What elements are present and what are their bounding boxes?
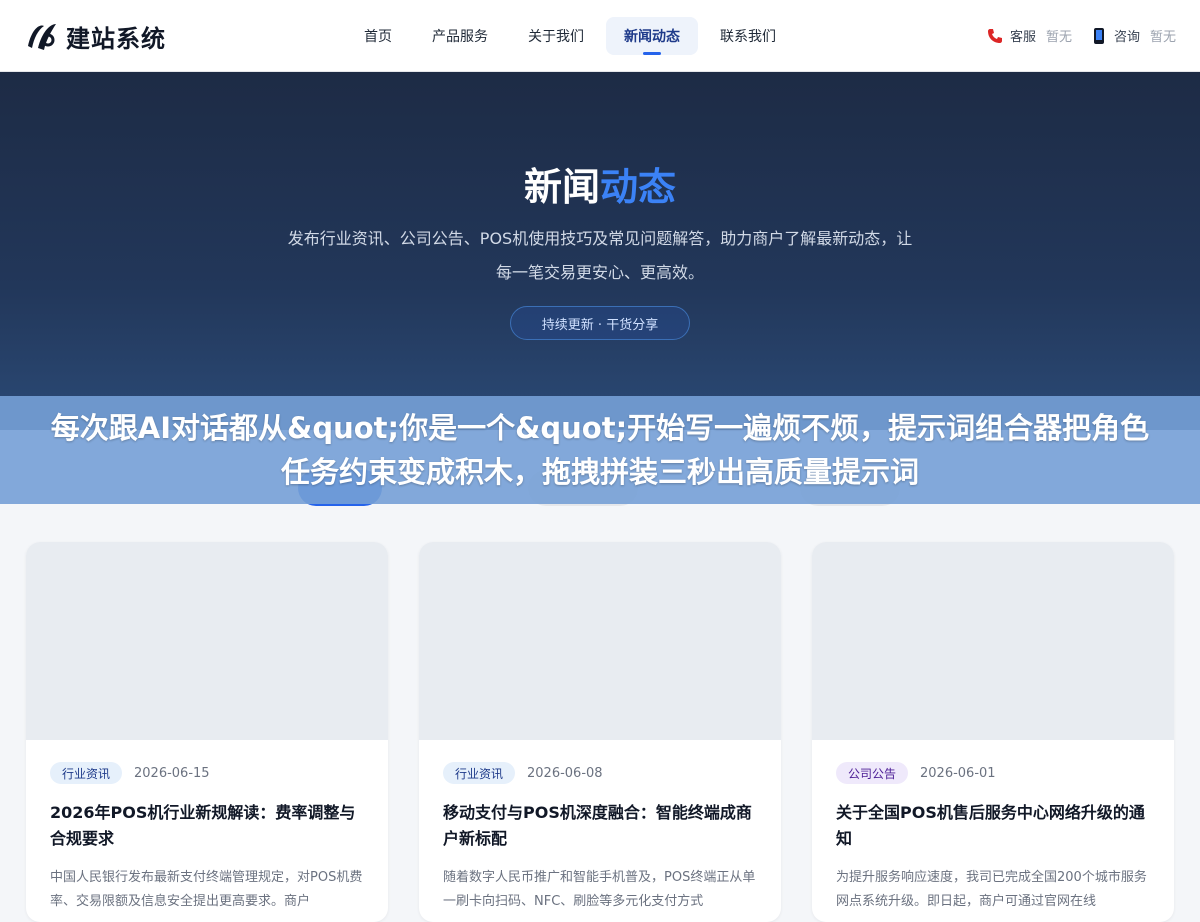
card-date: 2026-06-01 xyxy=(920,765,996,781)
phone-icon xyxy=(986,27,1004,45)
card-date: 2026-06-15 xyxy=(134,765,210,781)
promo-overlay-banner: 每次跟AI对话都从&quot;你是一个&quot;开始写一遍烦不烦，提示词组合器… xyxy=(0,396,1200,504)
contact-consult-label: 咨询 xyxy=(1113,30,1140,45)
contact-consult[interactable]: 咨询 暂无 xyxy=(1090,26,1176,45)
category-tag[interactable]: 行业资讯 xyxy=(50,762,123,784)
card-title[interactable]: 移动支付与POS机深度融合：智能终端成商户新标配 xyxy=(443,800,757,852)
news-card[interactable]: 公司公告 2026-06-01 关于全国POS机售后服务中心网络升级的通知 为提… xyxy=(812,542,1174,922)
card-title[interactable]: 关于全国POS机售后服务中心网络升级的通知 xyxy=(836,800,1150,852)
contact-consult-value: 暂无 xyxy=(1149,30,1176,45)
category-tag[interactable]: 行业资讯 xyxy=(443,762,516,784)
logo-text: 建站系统 xyxy=(66,24,166,53)
news-card[interactable]: 行业资讯 2026-06-15 2026年POS机行业新规解读：费率调整与合规要… xyxy=(26,542,388,922)
nav-item-contact[interactable]: 联系我们 xyxy=(702,17,794,55)
hero-title-main: 新闻 xyxy=(523,165,600,209)
nav-item-news[interactable]: 新闻动态 xyxy=(606,17,698,55)
mobile-icon xyxy=(1090,27,1108,45)
card-description: 中国人民银行发布最新支付终端管理规定，对POS机费率、交易限额及信息安全提出更高… xyxy=(50,870,363,909)
card-description: 为提升服务响应速度，我司已完成全国200个城市服务网点系统升级。即日起，商户可通… xyxy=(836,870,1147,909)
news-card[interactable]: 行业资讯 2026-06-08 移动支付与POS机深度融合：智能终端成商户新标配… xyxy=(419,542,781,922)
nav-item-home[interactable]: 首页 xyxy=(346,17,410,55)
overlay-text: 每次跟AI对话都从&quot;你是一个&quot;开始写一遍烦不烦，提示词组合器… xyxy=(50,411,1150,489)
site-header: 建站系统 首页 产品服务 关于我们 新闻动态 联系我们 客服 暂无 咨询 暂无 xyxy=(0,0,1200,72)
category-tag[interactable]: 公司公告 xyxy=(836,762,909,784)
nav-item-products[interactable]: 产品服务 xyxy=(414,17,506,55)
hero-badge: 持续更新 · 干货分享 xyxy=(510,306,690,340)
contact-service-value: 暂无 xyxy=(1045,30,1072,45)
hero-title: 新闻动态 xyxy=(0,156,1200,211)
hero-title-accent: 动态 xyxy=(600,165,677,209)
card-image-placeholder xyxy=(419,542,781,740)
contact-service[interactable]: 客服 暂无 xyxy=(986,26,1072,45)
hero-subtitle: 发布行业资讯、公司公告、POS机使用技巧及常见问题解答，助力商户了解最新动态，让… xyxy=(287,229,913,282)
logo[interactable]: 建站系统 xyxy=(24,16,166,56)
nav-item-about[interactable]: 关于我们 xyxy=(510,17,602,55)
logo-mark-icon xyxy=(24,18,60,54)
card-title[interactable]: 2026年POS机行业新规解读：费率调整与合规要求 xyxy=(50,800,364,852)
card-image-placeholder xyxy=(812,542,1174,740)
card-description: 随着数字人民币推广和智能手机普及，POS终端正从单一刷卡向扫码、NFC、刷脸等多… xyxy=(443,870,756,909)
card-image-placeholder xyxy=(26,542,388,740)
card-date: 2026-06-08 xyxy=(527,765,603,781)
hero-banner: 新闻动态 发布行业资讯、公司公告、POS机使用技巧及常见问题解答，助力商户了解最… xyxy=(0,72,1200,430)
contact-service-label: 客服 xyxy=(1009,30,1036,45)
header-contacts: 客服 暂无 咨询 暂无 xyxy=(986,26,1176,45)
main-nav: 首页 产品服务 关于我们 新闻动态 联系我们 xyxy=(346,17,794,55)
